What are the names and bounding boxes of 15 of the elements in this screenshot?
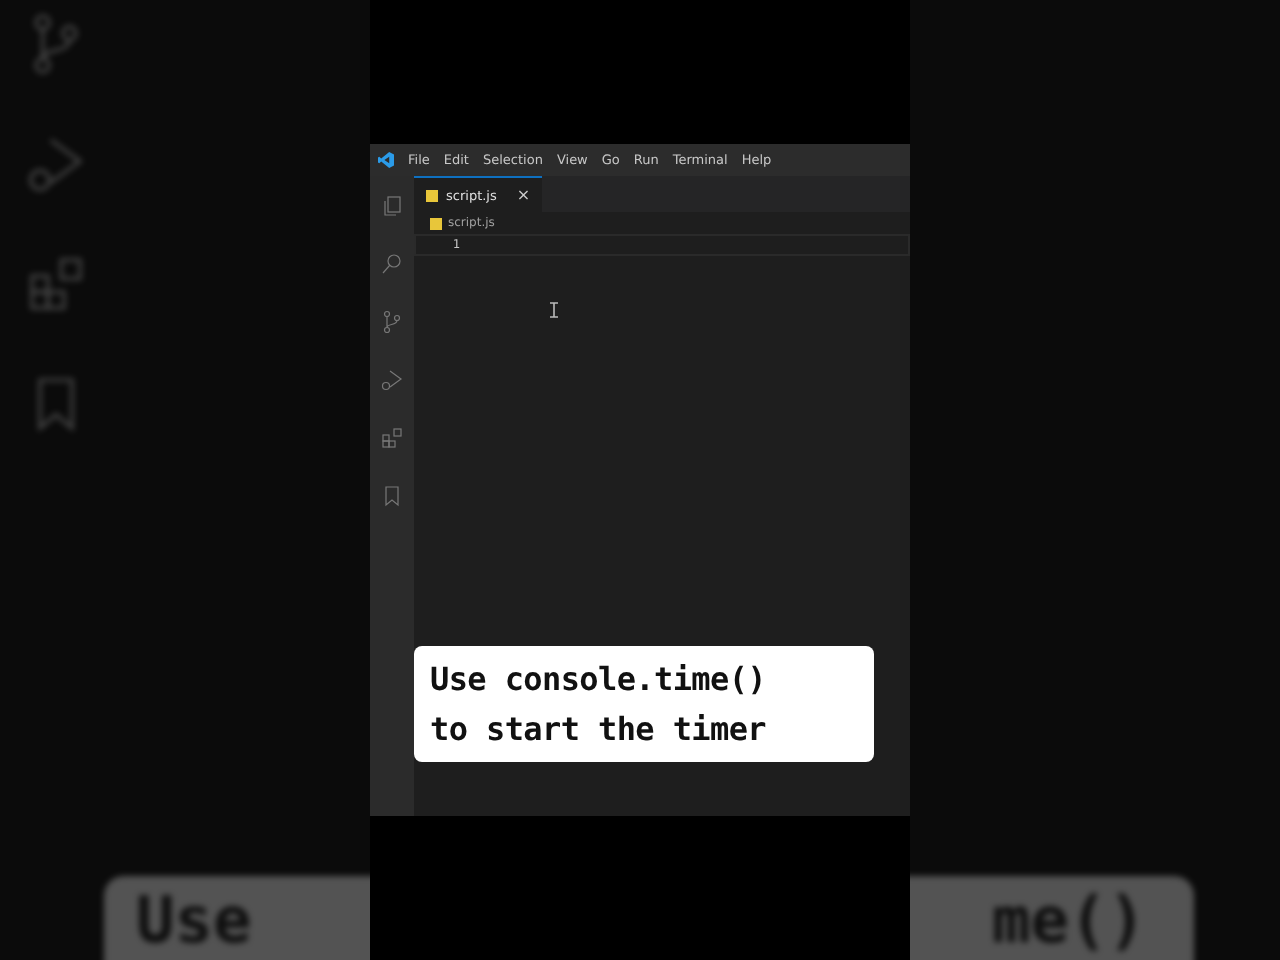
- caption-text: Use console.time(): [430, 658, 768, 702]
- bookmark-icon[interactable]: [380, 484, 404, 508]
- caption-text: to start the timer: [430, 708, 768, 752]
- run-debug-icon[interactable]: [380, 368, 404, 392]
- js-file-icon: [426, 189, 438, 201]
- js-file-icon: [430, 217, 442, 229]
- text-cursor-icon: [550, 302, 558, 318]
- extensions-icon[interactable]: [380, 426, 404, 450]
- close-icon[interactable]: ×: [516, 186, 531, 204]
- search-icon[interactable]: [380, 252, 404, 276]
- caption-text: Use: [136, 888, 252, 960]
- branch-icon[interactable]: [380, 310, 404, 334]
- editor-logo-icon: [378, 152, 394, 168]
- files-icon[interactable]: [380, 194, 404, 218]
- caption-text: me(): [991, 888, 1146, 960]
